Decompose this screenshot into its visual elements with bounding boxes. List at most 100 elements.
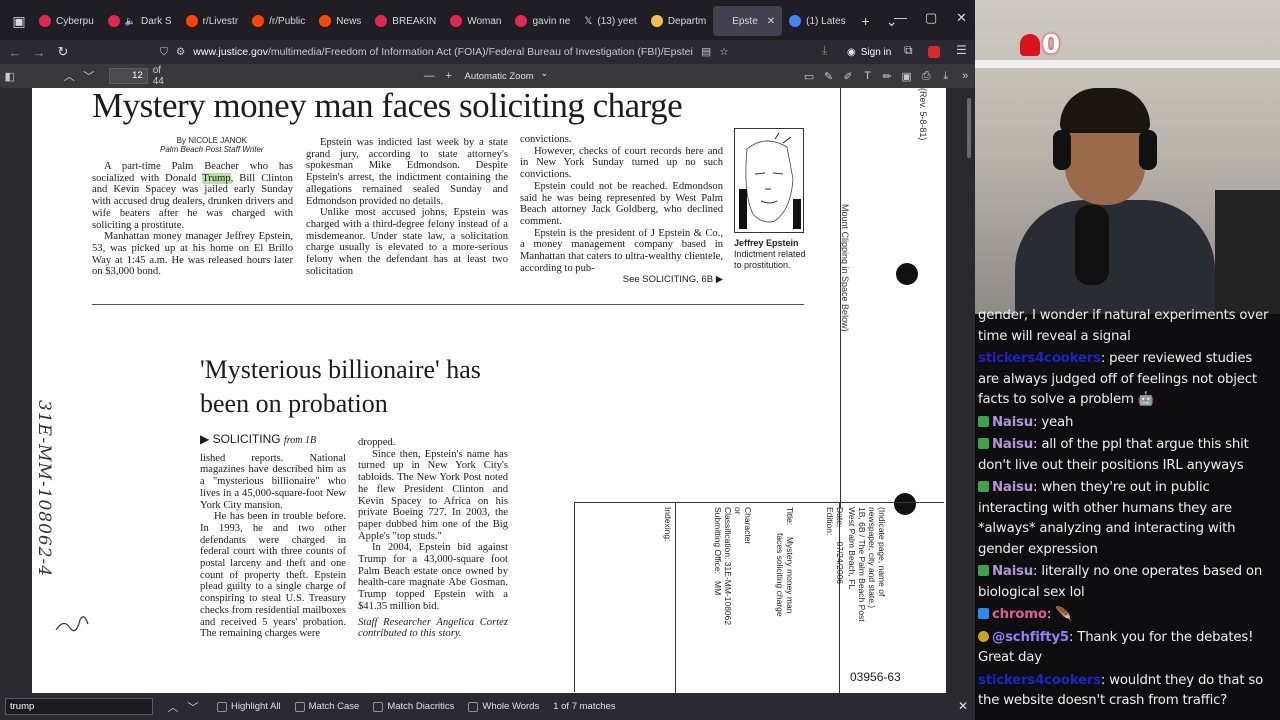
chat-username[interactable]: Naisu <box>992 437 1033 452</box>
chat-username[interactable]: @schfifty5 <box>992 630 1069 645</box>
forward-button[interactable]: → <box>27 45 51 60</box>
print-icon[interactable]: ⎙ <box>916 70 936 83</box>
paragraph: Epstein could not be reached. Edmondson … <box>520 180 723 227</box>
url-bar[interactable]: ⛉ ⚙ www.justice.gov/multimedia/Freedom o… <box>150 41 740 63</box>
url-host: www.justice.gov <box>193 46 268 58</box>
verified-badge-icon <box>978 481 989 492</box>
match-case-checkbox[interactable]: Match Case <box>294 701 360 712</box>
find-close-button[interactable]: ✕ <box>958 699 968 713</box>
tab-1[interactable]: 🔈 Dark S <box>101 6 179 36</box>
chat-username[interactable]: Naisu <box>992 480 1033 495</box>
article-headline: Mystery money man faces soliciting charg… <box>92 88 683 125</box>
form-newspaper: (Indicate page, name of newspaper, city … <box>847 507 887 622</box>
chat-username[interactable]: chromo <box>992 607 1047 622</box>
streamer-body <box>1015 200 1215 314</box>
tab-favicon-icon <box>650 15 663 27</box>
tab-5[interactable]: BREAKIN <box>368 6 443 36</box>
article-headline-2: 'Mysterious billionaire' has been on pro… <box>200 355 481 418</box>
new-tab-button[interactable]: + <box>853 13 879 29</box>
tab-label: News <box>336 15 362 27</box>
tab-label: Epste <box>732 15 758 27</box>
tab-3[interactable]: /r/Public <box>245 6 312 36</box>
more-tools-icon[interactable]: » <box>955 70 975 82</box>
tab-11[interactable]: (1) Lates <box>782 6 852 36</box>
chat-message: stickers4cookers: peer reviewed studies … <box>978 349 1277 411</box>
tab-8[interactable]: 𝕏 (13) yeet <box>577 6 644 36</box>
tab-manager-icon[interactable]: ▣ <box>6 13 32 30</box>
form-date: Date: 07/24/2006 Edition: <box>825 507 845 585</box>
sign-in-button[interactable]: ◉ Sign in <box>847 42 891 62</box>
fbi-clipping-form: Indexing: Character or Classification: 3… <box>574 502 944 693</box>
checkbox-label: Match Case <box>308 701 360 712</box>
form-classification: Character or Classification: 31E-MM-1080… <box>713 507 753 626</box>
close-window-button[interactable]: ✕ <box>956 10 967 26</box>
reader-view-icon[interactable]: ▤ <box>701 46 711 58</box>
article-rule <box>92 304 804 305</box>
pdf-viewport[interactable]: Mystery money man faces soliciting charg… <box>0 88 975 693</box>
shield-icon[interactable]: ⛉ <box>160 46 168 59</box>
draw-icon[interactable]: ✏ <box>877 70 897 83</box>
comment-icon[interactable]: ▭ <box>799 70 819 83</box>
save-icon[interactable]: ⤓ <box>936 70 956 83</box>
tab-close-icon[interactable]: ✕ <box>767 16 775 27</box>
tab-favicon-icon <box>450 15 463 27</box>
signature-icon[interactable]: ✎ <box>819 70 839 83</box>
find-next-icon[interactable]: ﹀ <box>183 699 203 715</box>
hamburger-menu-icon[interactable]: ☰ <box>956 43 967 57</box>
paragraph: In 2004, Epstein bid against Trump for a… <box>358 542 508 612</box>
scrollbar[interactable] <box>967 98 971 158</box>
chat-username[interactable]: stickers4cookers <box>978 673 1101 688</box>
download-icon[interactable]: ⤓ <box>822 43 827 58</box>
article-column-1: A part-time Palm Beacher who has sociali… <box>92 161 293 278</box>
verified-badge-icon <box>978 438 989 449</box>
tab-6[interactable]: Woman <box>443 6 508 36</box>
tab-0[interactable]: Cyberpu <box>32 6 101 36</box>
maximize-button[interactable]: ▢ <box>925 10 937 26</box>
tab-4[interactable]: News <box>312 6 368 36</box>
zoom-select[interactable]: Automatic Zoom <box>458 65 555 85</box>
next-page-icon[interactable]: ﹀ <box>79 68 99 84</box>
chat-message: Naisu: yeah <box>978 413 1277 434</box>
tab-label: Cyberpu <box>56 15 94 27</box>
handwritten-file-number: 31E-MM-108062-4 <box>34 400 54 578</box>
extensions-icon[interactable]: ⧉ <box>904 43 913 58</box>
previous-page-icon[interactable]: ︿ <box>60 68 80 84</box>
form-divider <box>675 503 676 693</box>
chat-message: Naisu: when they're out in public intera… <box>978 478 1277 560</box>
highlight-icon[interactable]: ✐ <box>838 70 858 83</box>
url-text: www.justice.gov/multimedia/Freedom of In… <box>193 46 693 58</box>
tab-2[interactable]: r/Livestr <box>179 6 246 36</box>
image-icon[interactable]: ▣ <box>897 70 917 83</box>
headset-icon <box>1139 130 1157 170</box>
chat-message: gender, I wonder if natural experiments … <box>978 306 1277 347</box>
zoom-out-button[interactable]: — <box>419 70 439 82</box>
chat-message: Naisu: all of the ppl that argue this sh… <box>978 435 1277 476</box>
page-number-input[interactable]: 12 <box>108 68 148 84</box>
chat-username[interactable]: Naisu <box>992 564 1033 579</box>
streamer-hair <box>1060 88 1150 133</box>
reload-button[interactable]: ↻ <box>51 44 75 60</box>
minimize-button[interactable]: — <box>894 10 907 25</box>
find-input[interactable]: trump <box>5 698 153 715</box>
tab-label: BREAKIN <box>392 15 437 27</box>
speaker-icon[interactable]: 🔈 <box>125 16 136 27</box>
bookmark-star-icon[interactable]: ☆ <box>719 46 728 58</box>
sidebar-toggle-icon[interactable]: ◧ <box>0 70 20 83</box>
find-previous-icon[interactable]: ︿ <box>163 699 183 715</box>
navigation-bar: ← → ↻ ⛉ ⚙ www.justice.gov/multimedia/Fre… <box>0 40 975 64</box>
zoom-in-button[interactable]: + <box>439 70 459 82</box>
highlight-all-checkbox[interactable]: Highlight All <box>217 701 281 712</box>
tab-10-active[interactable]: Epste ✕ <box>713 6 783 36</box>
page-settings-icon[interactable]: ⚙ <box>176 46 185 58</box>
text-icon[interactable]: T <box>858 70 878 82</box>
match-diacritics-checkbox[interactable]: Match Diacritics <box>373 701 454 712</box>
tab-7[interactable]: gavin ne <box>508 6 577 36</box>
tab-9[interactable]: Departm <box>644 6 713 36</box>
extension-badge-icon[interactable] <box>928 46 940 58</box>
whole-words-checkbox[interactable]: Whole Words <box>468 701 539 712</box>
paragraph: lished reports. National magazines have … <box>200 452 346 511</box>
back-button[interactable]: ← <box>3 45 27 60</box>
article2-column-1: ▶ SOLICITING from 1B lished reports. Nat… <box>200 433 346 640</box>
chat-username[interactable]: Naisu <box>992 415 1033 430</box>
chat-username[interactable]: stickers4cookers <box>978 351 1101 366</box>
